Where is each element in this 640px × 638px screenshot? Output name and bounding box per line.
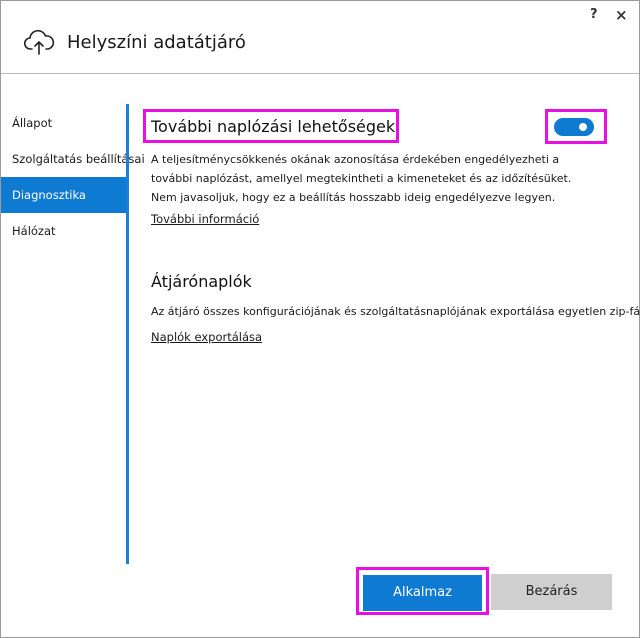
gateway-logs-description: Az átjáró összes konfigurációjának és sz… bbox=[151, 305, 640, 318]
logging-description-line: Nem javasoljuk, hogy ez a beállítás hoss… bbox=[151, 191, 556, 204]
sidebar-item-szolgaltatas-beallitasai[interactable]: Szolgáltatás beállításai bbox=[1, 141, 145, 177]
sidebar-item-diagnosztika[interactable]: Diagnosztika bbox=[1, 177, 127, 213]
additional-logging-toggle[interactable] bbox=[554, 118, 594, 136]
header-divider bbox=[1, 73, 639, 74]
sidebar-divider bbox=[126, 104, 129, 564]
gateway-window: ? × Helyszíni adatátjáró Állapot Szolgál… bbox=[0, 0, 640, 638]
sidebar-item-allapot[interactable]: Állapot bbox=[1, 105, 127, 141]
more-info-link[interactable]: További információ bbox=[151, 212, 259, 226]
sidebar-item-halozat[interactable]: Hálózat bbox=[1, 213, 127, 249]
gateway-logs-title: Átjárónaplók bbox=[151, 272, 252, 291]
cloud-upload-icon bbox=[23, 29, 55, 55]
logging-description-line: további naplózást, amellyel megtekinthet… bbox=[151, 172, 572, 185]
logging-description-line: A teljesítménycsökkenés okának azonosítá… bbox=[151, 153, 560, 166]
app-title: Helyszíni adatátjáró bbox=[67, 32, 246, 53]
logging-description: A teljesítménycsökkenés okának azonosítá… bbox=[151, 150, 631, 207]
close-button[interactable]: Bezárás bbox=[491, 574, 612, 610]
apply-button[interactable]: Alkalmaz bbox=[363, 575, 482, 611]
export-logs-link[interactable]: Naplók exportálása bbox=[151, 330, 262, 344]
close-window-button[interactable]: × bbox=[615, 6, 628, 24]
help-button[interactable]: ? bbox=[590, 7, 598, 22]
toggle-knob bbox=[579, 123, 587, 131]
logging-title: További naplózási lehetőségek bbox=[151, 117, 396, 136]
sidebar: Állapot Szolgáltatás beállításai Diagnos… bbox=[1, 105, 145, 249]
